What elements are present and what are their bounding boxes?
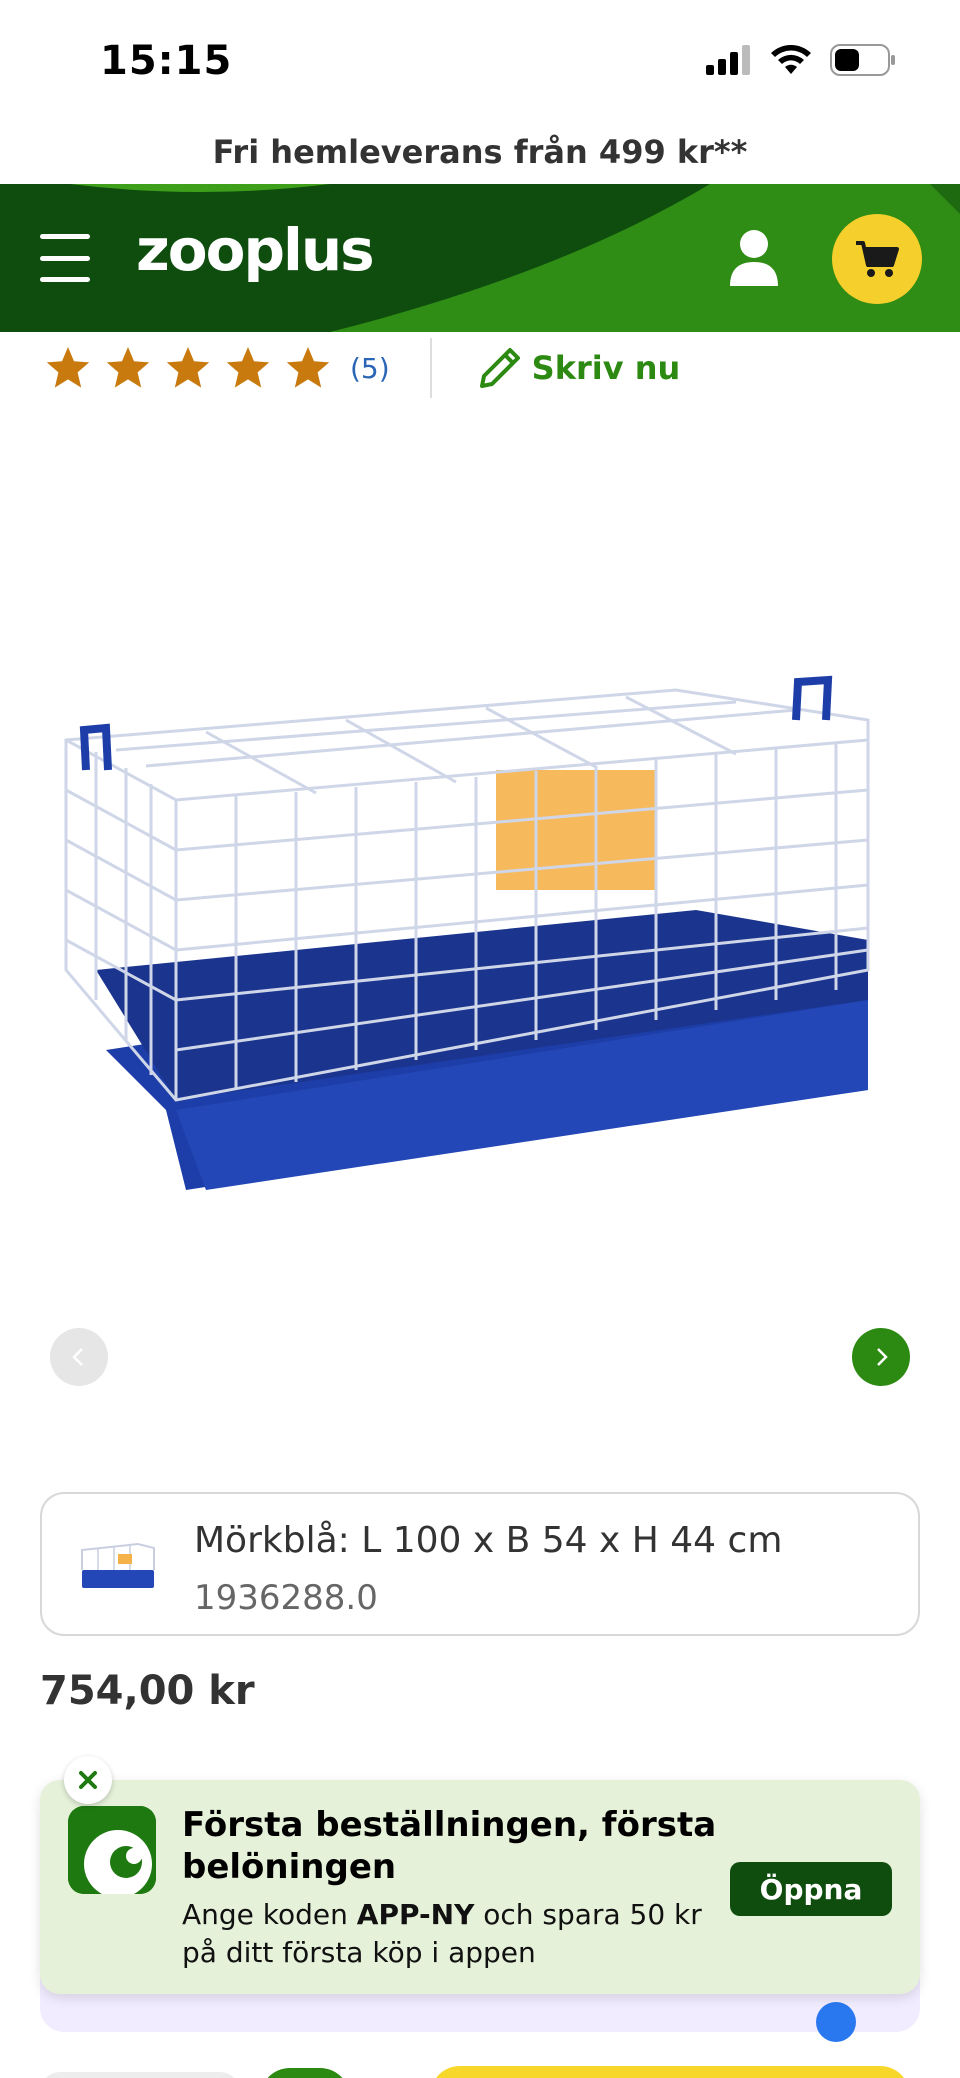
star-icon <box>286 347 330 388</box>
close-icon <box>79 1771 97 1789</box>
variant-name: Mörkblå: L 100 x B 54 x H 44 cm <box>194 1520 783 1561</box>
write-review-link[interactable]: Skriv nu <box>474 342 681 394</box>
banner-text: Ange koden APP-NY och spara 50 kr på dit… <box>182 1896 742 1972</box>
product-image <box>64 675 870 1190</box>
product-price: 754,00 kr <box>40 1668 255 1714</box>
rating-row: (5) Skriv nu <box>44 336 680 400</box>
status-time: 15:15 <box>100 38 233 84</box>
banner-title: Första beställningen, första belöningen <box>182 1805 717 1887</box>
chevron-left-icon <box>72 1348 83 1366</box>
star-rating[interactable] <box>44 344 332 392</box>
variant-code: 1936288.0 <box>194 1578 378 1618</box>
divider <box>429 338 432 398</box>
star-icon <box>226 347 270 388</box>
next-image-button[interactable] <box>852 1328 910 1386</box>
zooplus-app-icon <box>68 1806 156 1894</box>
open-app-button[interactable]: Öppna <box>730 1862 892 1916</box>
menu-button[interactable] <box>40 234 98 282</box>
banner-text-start: Ange koden <box>182 1898 357 1931</box>
delivery-banner[interactable]: Fri hemleverans från 499 kr** <box>0 120 960 184</box>
zooplus-logo[interactable]: zooplus <box>136 216 375 284</box>
battery-icon <box>830 44 895 76</box>
account-button[interactable] <box>726 228 782 288</box>
status-bar: 15:15 <box>0 0 960 120</box>
star-icon <box>46 347 90 388</box>
app-logo-icon <box>68 1806 156 1894</box>
variant-selector[interactable]: Mörkblå: L 100 x B 54 x H 44 cm 1936288.… <box>40 1492 920 1636</box>
cart-button[interactable] <box>832 214 922 304</box>
review-count-link[interactable]: (5) <box>350 352 390 385</box>
app-promo-banner[interactable]: Första beställningen, första belöningen … <box>40 1780 920 1994</box>
status-icons <box>706 44 896 76</box>
peek-quantity-control[interactable] <box>40 2072 240 2078</box>
star-icon <box>106 347 150 388</box>
cart-icon <box>856 241 899 277</box>
previous-image-button[interactable] <box>50 1328 108 1386</box>
variant-thumbnail <box>81 1542 155 1588</box>
wifi-icon <box>771 45 811 74</box>
promo-code: APP-NY <box>356 1898 475 1931</box>
chevron-right-icon <box>877 1348 888 1366</box>
peek-add-to-cart-button[interactable] <box>430 2066 910 2078</box>
signal-icon <box>706 45 750 75</box>
product-gallery[interactable] <box>0 420 960 1460</box>
write-review-label: Skriv nu <box>531 349 681 387</box>
peek-slider-handle[interactable] <box>816 2002 856 2042</box>
star-icon <box>166 347 210 388</box>
pencil-icon <box>479 348 520 388</box>
user-icon <box>730 230 778 286</box>
site-header: zooplus <box>0 184 960 332</box>
peek-green-button[interactable] <box>260 2068 350 2078</box>
close-banner-button[interactable] <box>64 1756 112 1804</box>
